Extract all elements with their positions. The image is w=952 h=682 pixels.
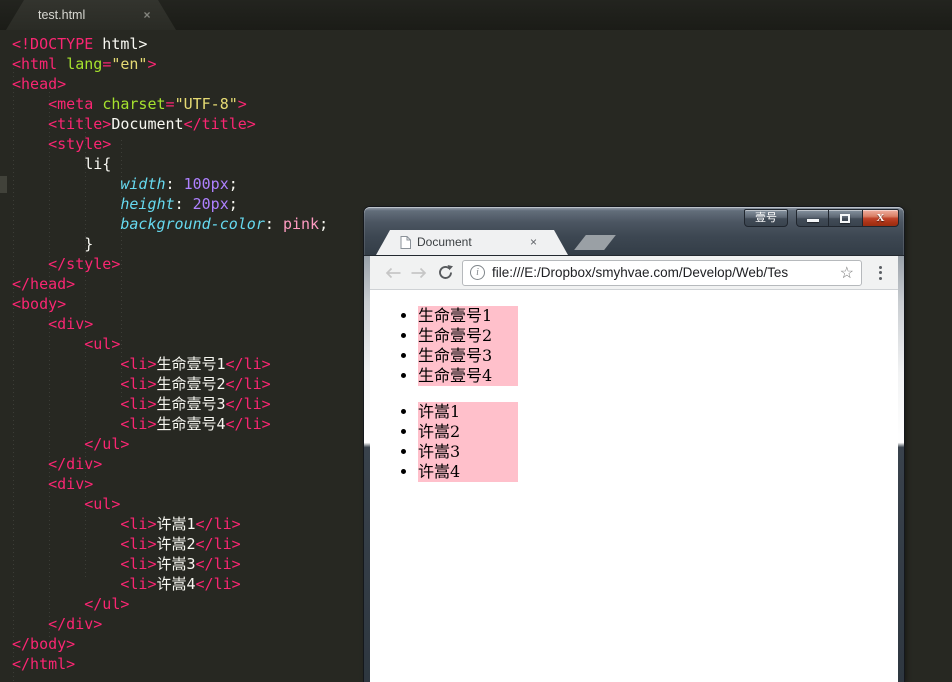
editor-tab-bar: test.html × [0,0,952,30]
minimize-icon [807,219,819,222]
reload-icon [438,265,453,279]
editor-tab-close-icon[interactable]: × [140,8,154,22]
rendered-list-1: 生命壹号1生命壹号2生命壹号3生命壹号4 [378,306,890,386]
browser-viewport: 生命壹号1生命壹号2生命壹号3生命壹号4 许嵩1许嵩2许嵩3许嵩4 [370,290,898,682]
address-bar[interactable]: i file:///E:/Dropbox/smyhvae.com/Develop… [462,259,862,286]
reload-button[interactable] [432,260,458,286]
rendered-list-item: 生命壹号1 [418,306,518,326]
back-arrow-icon [385,267,401,278]
forward-arrow-icon [411,267,427,278]
code-line: <!DOCTYPE html> [12,35,148,53]
rendered-list-item: 许嵩1 [418,402,518,422]
rendered-list-item: 许嵩4 [418,462,518,482]
browser-menu-button[interactable] [872,265,888,280]
rendered-list-item: 许嵩3 [418,442,518,462]
code-line: <title>Document</title> [48,115,256,133]
code-line: <html lang="en"> [12,55,157,73]
page-info-icon[interactable]: i [470,265,485,280]
code-line: width: 100px; [120,175,238,193]
editor-tab-filename: test.html [38,8,86,22]
window-controls: X [796,209,899,227]
code-line: <head> [12,75,67,93]
rendered-list-item: 生命壹号3 [418,346,518,366]
code-line: <meta charset="UTF-8"> [48,95,247,113]
minimize-button[interactable] [796,209,829,227]
maximize-button[interactable] [829,209,862,227]
browser-toolbar: i file:///E:/Dropbox/smyhvae.com/Develop… [370,256,898,290]
editor-scroll-marker [0,176,7,193]
browser-window: 壹号 X Document × i file:///E:/Dropbox/smy… [364,207,904,682]
rendered-list-item: 生命壹号2 [418,326,518,346]
close-button[interactable]: X [862,209,899,227]
rendered-page: 生命壹号1生命壹号2生命壹号3生命壹号4 许嵩1许嵩2许嵩3许嵩4 [378,306,890,482]
url-text[interactable]: file:///E:/Dropbox/smyhvae.com/Develop/W… [492,265,834,280]
editor-tab-test-html[interactable]: test.html × [6,0,176,30]
rendered-list-item: 许嵩2 [418,422,518,442]
browser-titlebar[interactable]: 壹号 X Document × [364,207,904,256]
browser-tab-document[interactable]: Document × [376,230,568,255]
code-line: li{ [12,155,112,173]
browser-tab-close-icon[interactable]: × [527,236,540,249]
forward-button[interactable] [406,260,432,286]
back-button[interactable] [380,260,406,286]
rendered-list-2: 许嵩1许嵩2许嵩3许嵩4 [378,402,890,482]
ime-badge-button[interactable]: 壹号 [744,209,788,227]
rendered-list-item: 生命壹号4 [418,366,518,386]
bookmark-star-icon[interactable]: ☆ [840,263,854,283]
code-line: <style> [48,135,112,153]
page-favicon-icon [400,236,411,254]
new-tab-button[interactable] [574,235,616,250]
maximize-icon [840,214,850,223]
browser-tab-title: Document [417,235,472,249]
